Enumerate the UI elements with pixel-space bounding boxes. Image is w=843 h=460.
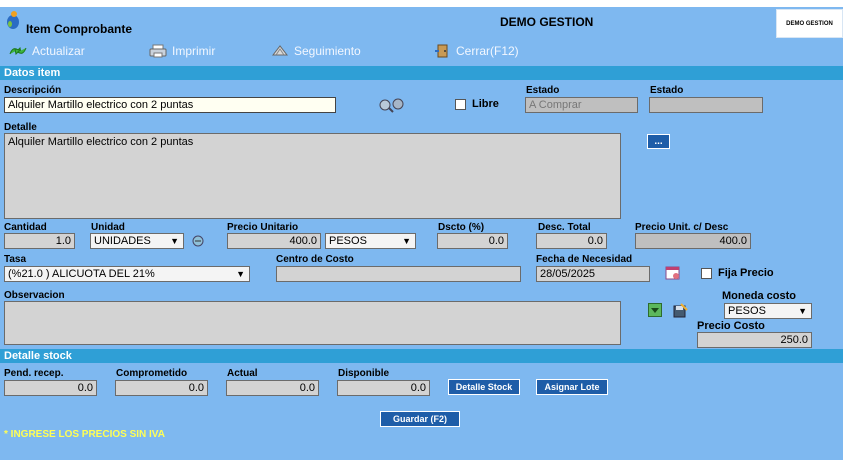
- disponible-label: Disponible: [338, 368, 390, 379]
- actualizar-button[interactable]: Actualizar: [8, 44, 85, 58]
- asignar-lote-button[interactable]: Asignar Lote: [536, 379, 608, 395]
- save-disk-icon[interactable]: [672, 303, 688, 319]
- precio-unitario-label: Precio Unitario: [227, 222, 299, 233]
- moneda-costo-label: Moneda costo: [722, 290, 796, 302]
- fija-precio-label: Fija Precio: [718, 267, 774, 279]
- actualizar-label: Actualizar: [32, 44, 85, 58]
- company-logo: DEMO GESTION: [776, 9, 843, 38]
- app-icon: [6, 10, 20, 30]
- iva-note: * INGRESE LOS PRECIOS SIN IVA: [4, 429, 165, 440]
- moneda-select[interactable]: PESOS ▼: [325, 233, 416, 249]
- comprometido-label: Comprometido: [116, 368, 188, 379]
- desc-total-label: Desc. Total: [538, 222, 591, 233]
- unidad-select-value: UNIDADES: [94, 235, 151, 247]
- cantidad-input[interactable]: 1.0: [4, 233, 75, 249]
- tracking-icon: [270, 44, 290, 58]
- tasa-label: Tasa: [4, 254, 27, 265]
- pend-recep-label: Pend. recep.: [4, 368, 64, 379]
- tasa-select-value: (%21.0 ) ALICUOTA DEL 21%: [8, 268, 155, 280]
- tasa-select[interactable]: (%21.0 ) ALICUOTA DEL 21% ▼: [4, 266, 250, 282]
- seguimiento-button[interactable]: Seguimiento: [270, 44, 361, 58]
- precio-unit-desc-field: 400.0: [635, 233, 751, 249]
- comprometido-field: 0.0: [115, 380, 208, 396]
- datos-item-header: Datos item: [0, 66, 843, 80]
- moneda-costo-value: PESOS: [728, 305, 766, 317]
- unidad-select[interactable]: UNIDADES ▼: [90, 233, 184, 249]
- dscto-input[interactable]: 0.0: [437, 233, 508, 249]
- seguimiento-label: Seguimiento: [294, 44, 361, 58]
- precio-unitario-input[interactable]: 400.0: [227, 233, 321, 249]
- estado-label-1: Estado: [526, 85, 560, 96]
- observacion-label: Observacion: [4, 290, 65, 301]
- detalle-textarea[interactable]: Alquiler Martillo electrico con 2 puntas: [4, 133, 621, 219]
- cantidad-label: Cantidad: [4, 222, 47, 233]
- refresh-icon: [8, 44, 28, 58]
- imprimir-label: Imprimir: [172, 44, 216, 58]
- actual-field: 0.0: [226, 380, 319, 396]
- descripcion-input[interactable]: Alquiler Martillo electrico con 2 puntas: [4, 97, 336, 113]
- green-arrow-icon[interactable]: [648, 303, 662, 317]
- descripcion-label: Descripción: [4, 85, 62, 96]
- libre-checkbox[interactable]: [455, 99, 466, 110]
- guardar-button[interactable]: Guardar (F2): [380, 411, 460, 427]
- detalle-more-button[interactable]: ...: [647, 134, 670, 149]
- centro-costo-label: Centro de Costo: [276, 254, 354, 265]
- libre-label: Libre: [472, 98, 499, 110]
- centro-costo-input[interactable]: [276, 266, 521, 282]
- window-title: Item Comprobante: [26, 22, 133, 36]
- door-exit-icon: [434, 44, 452, 58]
- calendar-icon[interactable]: [664, 264, 682, 282]
- fecha-necesidad-label: Fecha de Necesidad: [536, 254, 633, 265]
- moneda-costo-select[interactable]: PESOS ▼: [724, 303, 812, 319]
- moneda-select-value: PESOS: [329, 235, 367, 247]
- precio-costo-input[interactable]: 250.0: [697, 332, 812, 348]
- company-title: DEMO GESTION: [500, 15, 594, 29]
- estado-field-2: [649, 97, 763, 113]
- disponible-field: 0.0: [337, 380, 430, 396]
- precio-unit-desc-label: Precio Unit. c/ Desc: [635, 222, 729, 233]
- search-product-icon[interactable]: [376, 96, 406, 114]
- detalle-stock-header: Detalle stock: [0, 349, 843, 363]
- cerrar-label: Cerrar(F12): [456, 44, 519, 58]
- chevron-down-icon: ▼: [798, 306, 807, 316]
- chevron-down-icon: ▼: [170, 236, 179, 246]
- fija-precio-checkbox[interactable]: [701, 268, 712, 279]
- detalle-stock-button[interactable]: Detalle Stock: [448, 379, 520, 395]
- chevron-down-icon: ▼: [236, 269, 245, 279]
- pend-recep-field: 0.0: [4, 380, 97, 396]
- imprimir-button[interactable]: Imprimir: [148, 44, 215, 58]
- estado-label-2: Estado: [650, 85, 684, 96]
- detalle-label: Detalle: [4, 122, 37, 133]
- chevron-down-icon: ▼: [402, 236, 411, 246]
- fecha-necesidad-input[interactable]: 28/05/2025: [536, 266, 650, 282]
- printer-icon: [148, 44, 168, 58]
- observacion-textarea[interactable]: [4, 301, 621, 345]
- precio-costo-label: Precio Costo: [697, 320, 765, 332]
- actual-label: Actual: [227, 368, 258, 379]
- desc-total-input[interactable]: 0.0: [536, 233, 607, 249]
- unidad-label: Unidad: [91, 222, 125, 233]
- estado-field-1: A Comprar: [525, 97, 638, 113]
- cerrar-button[interactable]: Cerrar(F12): [434, 44, 519, 58]
- dscto-label: Dscto (%): [438, 222, 485, 233]
- unit-search-icon[interactable]: [190, 232, 206, 250]
